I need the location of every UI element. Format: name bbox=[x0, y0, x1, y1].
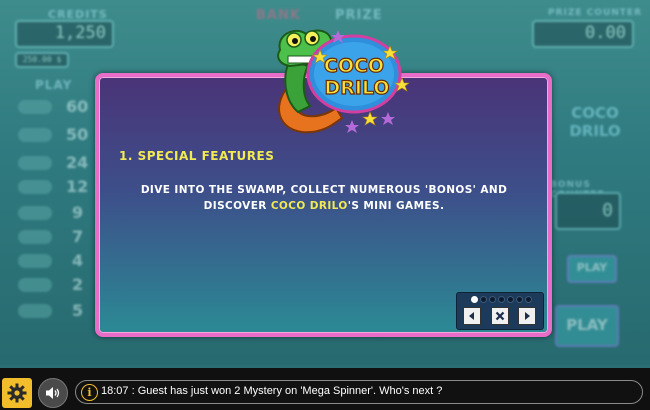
paytable-value: 2 bbox=[72, 275, 84, 294]
page-dot bbox=[480, 296, 487, 303]
credits-subvalue: 250.00 $ bbox=[15, 52, 69, 68]
page-navigator bbox=[456, 292, 544, 330]
page-dot bbox=[516, 296, 523, 303]
page-dot bbox=[507, 296, 514, 303]
play-label: PLAY bbox=[35, 78, 73, 92]
paytable-value: 12 bbox=[66, 177, 89, 196]
paytable-value: 4 bbox=[72, 251, 84, 270]
prize-counter-label: PRIZE COUNTER bbox=[548, 8, 642, 18]
page-dot bbox=[525, 296, 532, 303]
bonus-counter-display: 0 bbox=[555, 192, 621, 230]
feature-description-line-2: DISCOVER COCO DRILO'S MINI GAMES. bbox=[203, 200, 445, 212]
play-small-button[interactable]: PLAY bbox=[567, 255, 617, 283]
page-dot bbox=[498, 296, 505, 303]
close-button[interactable] bbox=[491, 307, 509, 325]
game-name-highlight: COCO DRILO bbox=[270, 200, 348, 212]
paytable-value: 7 bbox=[72, 227, 84, 246]
paytable-value: 60 bbox=[66, 97, 89, 116]
credits-value: 1,250 bbox=[54, 23, 106, 43]
sound-button[interactable] bbox=[38, 378, 68, 408]
logo-text-line-1: COCO bbox=[324, 55, 384, 77]
page-indicator bbox=[471, 296, 532, 303]
paytable-value: 24 bbox=[66, 153, 89, 172]
credits-display: 1,250 bbox=[15, 20, 114, 48]
section-title: 1. SPECIAL FEATURES bbox=[119, 149, 275, 163]
coco-drilo-logo: COCO DRILO bbox=[277, 29, 410, 134]
play-button[interactable]: PLAY bbox=[555, 305, 619, 347]
arrow-left-icon bbox=[469, 312, 474, 320]
feature-description-line-1: DIVE INTO THE SWAMP, COLLECT NUMEROUS 'B… bbox=[140, 184, 508, 196]
gear-icon bbox=[7, 383, 27, 403]
previous-page-button[interactable] bbox=[463, 307, 481, 325]
bonus-counter-value: 0 bbox=[602, 200, 613, 221]
bottom-bar: i 18:07 : Guest has just won 2 Mystery o… bbox=[0, 368, 650, 410]
prize-counter-display: 0.00 bbox=[532, 20, 634, 48]
next-page-button[interactable] bbox=[518, 307, 536, 325]
prize-counter-value: 0.00 bbox=[585, 23, 626, 43]
page-dot bbox=[489, 296, 496, 303]
page-dot bbox=[471, 296, 478, 303]
ticker-message: 18:07 : Guest has just won 2 Mystery on … bbox=[101, 385, 443, 397]
news-ticker: i 18:07 : Guest has just won 2 Mystery o… bbox=[75, 380, 643, 404]
background-logo: COCO DRILO bbox=[569, 104, 621, 140]
info-icon: i bbox=[81, 384, 98, 401]
settings-button[interactable] bbox=[2, 378, 32, 408]
logo-text-line-2: DRILO bbox=[324, 77, 389, 99]
paytable-value: 50 bbox=[66, 125, 89, 144]
speaker-icon bbox=[46, 387, 60, 399]
paytable-value: 9 bbox=[72, 203, 84, 222]
paytable-value: 5 bbox=[72, 301, 84, 320]
close-icon bbox=[495, 311, 505, 321]
arrow-right-icon bbox=[525, 312, 530, 320]
